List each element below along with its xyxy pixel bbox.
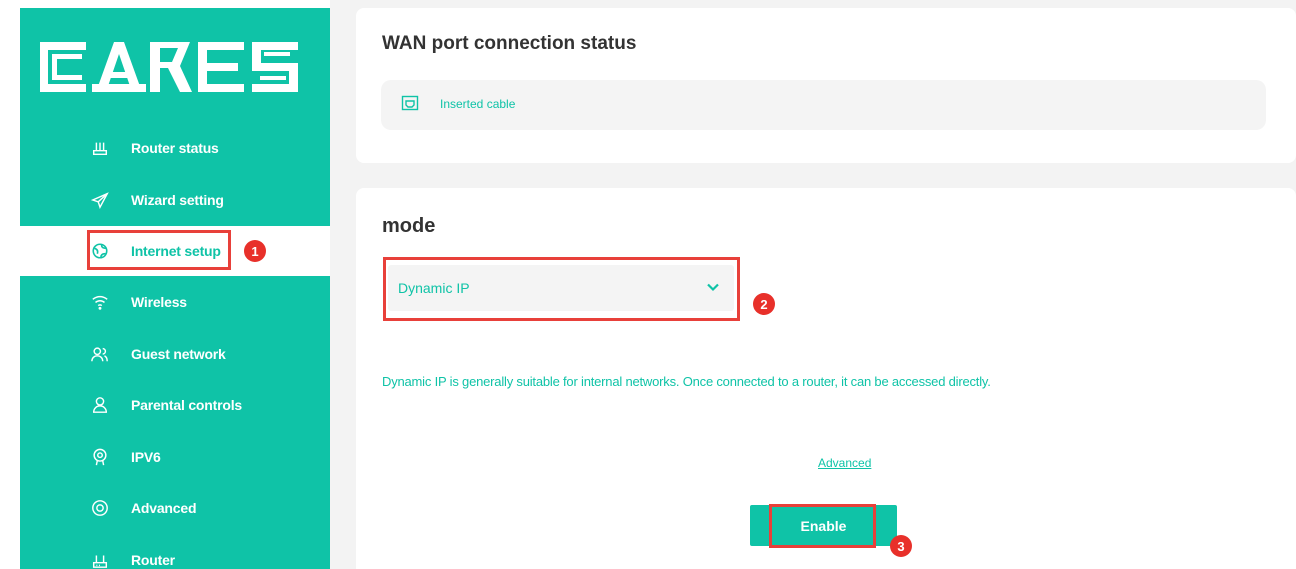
router-admin-page: Router status Wizard setting Internet se…: [0, 0, 1296, 569]
mode-description: Dynamic IP is generally suitable for int…: [382, 374, 991, 389]
parent-icon: [90, 395, 110, 415]
sidebar-item-router-status[interactable]: Router status: [20, 123, 330, 173]
mode-select[interactable]: Dynamic IP: [388, 265, 734, 311]
sidebar-item-label: Guest network: [131, 346, 226, 362]
sidebar-item-guest-network[interactable]: Guest network: [20, 329, 330, 379]
sidebar-item-advanced[interactable]: Advanced: [20, 483, 330, 533]
send-icon: [90, 190, 110, 210]
sidebar-item-ipv6[interactable]: IPV6: [20, 432, 330, 482]
sidebar-item-parental-controls[interactable]: Parental controls: [20, 380, 330, 430]
step-badge-1: 1: [244, 240, 266, 262]
sidebar-item-label: IPV6: [131, 449, 161, 465]
sidebar-item-label: Advanced: [131, 500, 197, 516]
advanced-link[interactable]: Advanced: [818, 456, 871, 470]
wan-status-title: WAN port connection status: [382, 33, 637, 54]
sidebar-item-wireless[interactable]: Wireless: [20, 277, 330, 327]
sidebar: Router status Wizard setting Internet se…: [20, 8, 330, 569]
sidebar-item-label: Router: [131, 552, 175, 568]
enable-button[interactable]: Enable: [750, 505, 897, 546]
sidebar-item-label: Internet setup: [131, 243, 221, 259]
brand-logo: [40, 42, 298, 92]
sidebar-item-wizard-setting[interactable]: Wizard setting: [20, 175, 330, 225]
wifi-icon: [90, 292, 110, 312]
mode-title: mode: [382, 215, 436, 237]
step-badge-2: 2: [753, 293, 775, 315]
ethernet-port-icon: [401, 95, 419, 111]
router-icon: [90, 138, 110, 158]
ipv6-icon: [90, 447, 110, 467]
step-badge-3: 3: [890, 535, 912, 557]
chevron-down-icon: [707, 283, 719, 292]
router-icon: [90, 550, 110, 569]
users-icon: [90, 344, 110, 364]
sidebar-item-label: Router status: [131, 140, 219, 156]
target-icon: [90, 498, 110, 518]
wan-status-text: Inserted cable: [440, 97, 516, 111]
globe-icon: [90, 241, 110, 261]
mode-select-value: Dynamic IP: [398, 280, 470, 296]
sidebar-item-label: Parental controls: [131, 397, 242, 413]
sidebar-item-internet-setup[interactable]: Internet setup: [20, 226, 330, 276]
sidebar-item-router[interactable]: Router: [20, 535, 330, 569]
sidebar-item-label: Wizard setting: [131, 192, 224, 208]
sidebar-item-label: Wireless: [131, 294, 187, 310]
